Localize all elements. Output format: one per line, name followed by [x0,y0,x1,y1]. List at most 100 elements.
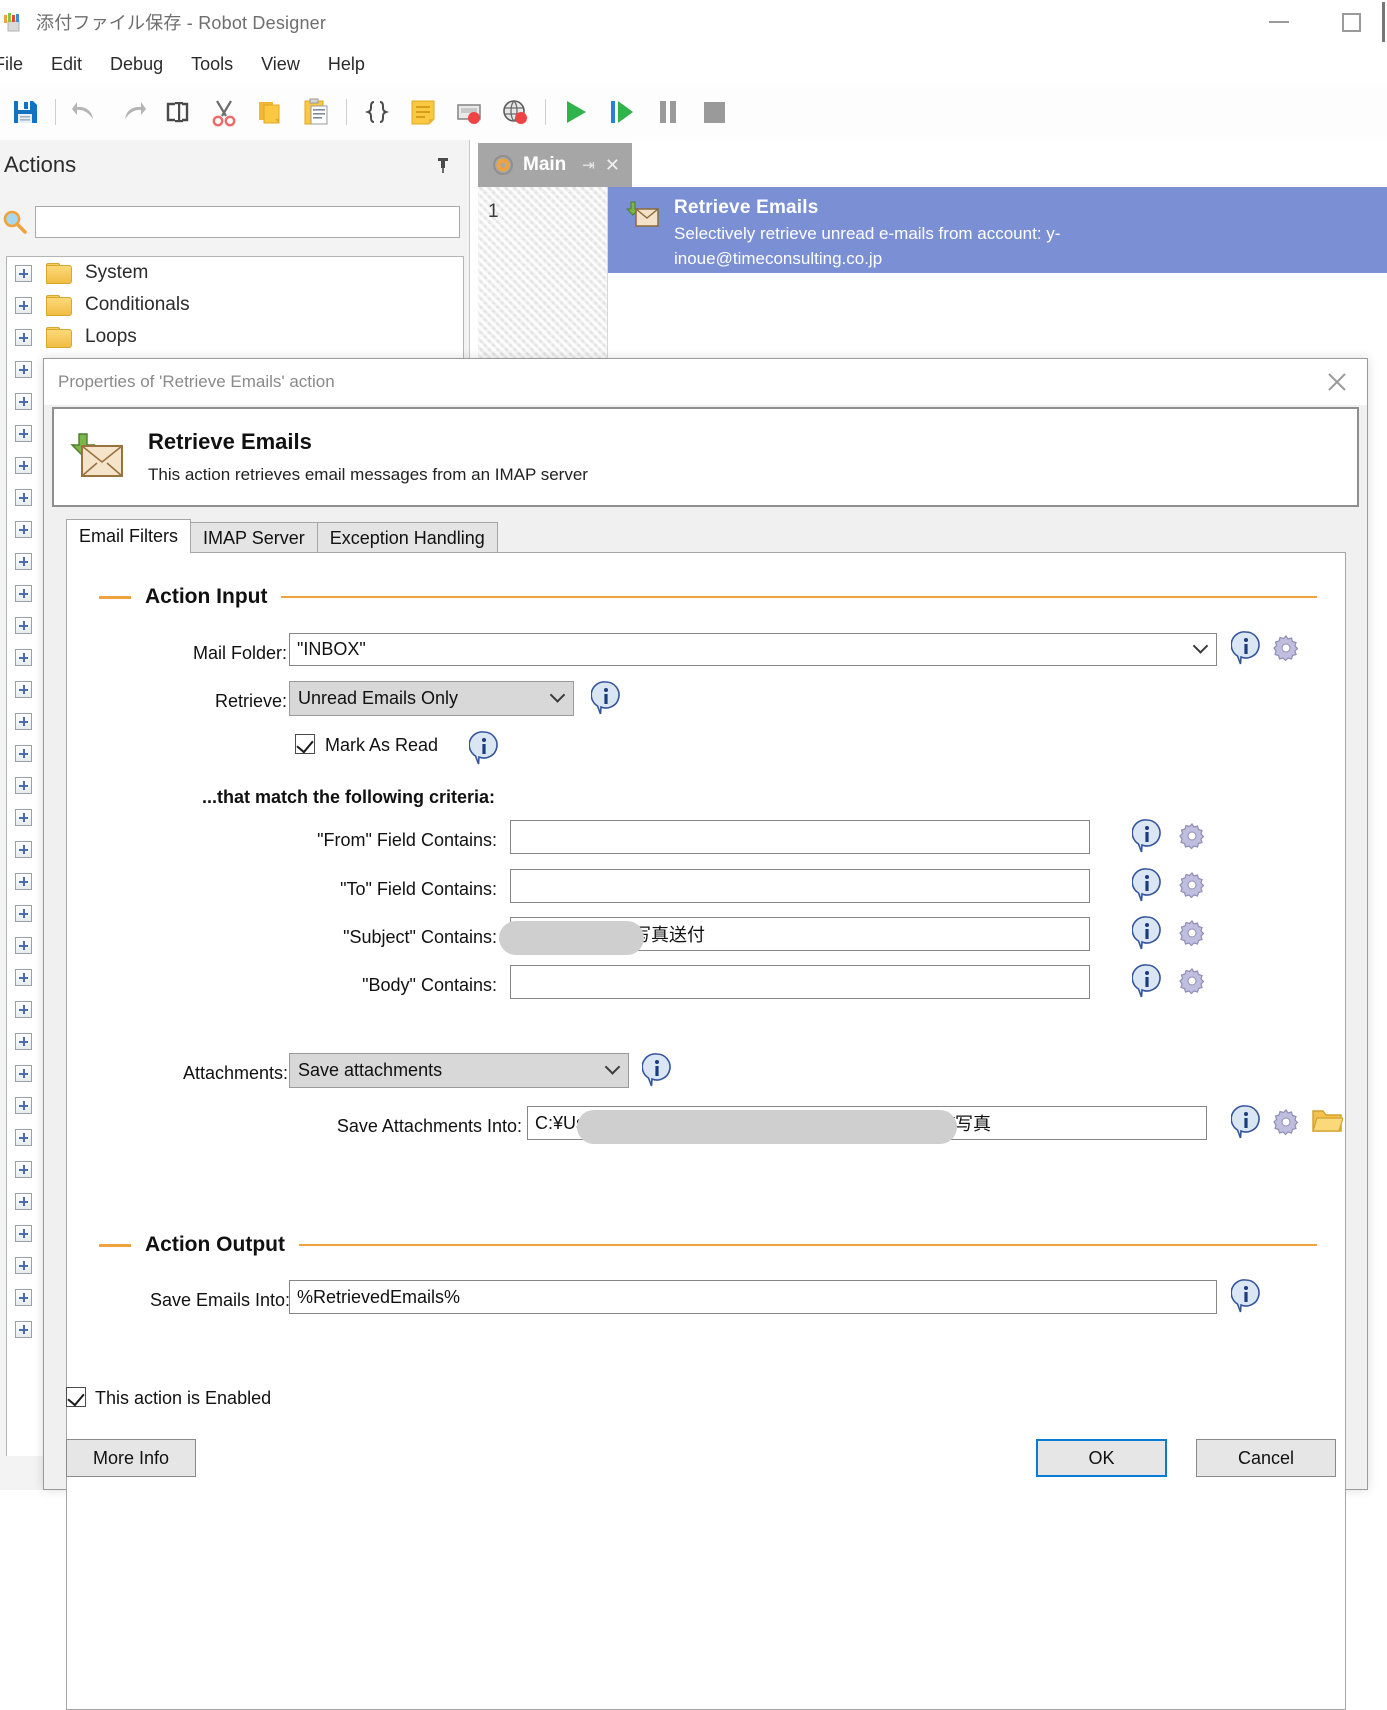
expand-icon[interactable] [15,904,32,922]
expand-icon[interactable] [15,328,32,346]
to-field-info-icon[interactable] [1131,868,1162,906]
mail-folder-info-icon[interactable] [1230,631,1261,669]
save-attachments-info-icon[interactable] [1230,1105,1261,1143]
attachments-info-icon[interactable] [641,1053,672,1091]
actions-tree-row[interactable]: Loops [7,321,463,353]
cut-icon[interactable] [201,89,247,135]
expand-icon[interactable] [15,1256,32,1274]
mail-folder-gear-icon[interactable] [1271,633,1301,667]
mail-folder-combo[interactable]: "INBOX" [289,633,1217,666]
expand-icon[interactable] [15,712,32,730]
tab-pin-icon[interactable]: ⇥ [582,156,595,174]
notes-icon[interactable] [400,89,446,135]
paste-icon[interactable] [293,89,339,135]
web-recorder-icon[interactable] [492,89,538,135]
expand-icon[interactable] [15,520,32,538]
menu-view[interactable]: View [247,51,314,78]
expand-icon[interactable] [15,1192,32,1210]
retrieve-info-icon[interactable] [590,681,621,719]
expand-icon[interactable] [15,264,32,282]
expand-icon[interactable] [15,392,32,410]
expand-icon[interactable] [15,776,32,794]
save-emails-into-info-icon[interactable] [1230,1279,1261,1317]
actions-tree-label: System [85,262,149,283]
retrieve-select[interactable]: Unread Emails Only [289,681,574,716]
expand-icon[interactable] [15,360,32,378]
workflow-step-retrieve-emails[interactable]: Retrieve Emails Selectively retrieve unr… [608,187,1387,273]
menu-file[interactable]: File [0,51,37,78]
save-emails-into-input[interactable]: %RetrievedEmails% [289,1280,1217,1314]
rename-icon[interactable] [155,89,201,135]
mark-as-read-info-icon[interactable] [468,731,499,769]
actions-tree-row[interactable]: System [7,257,463,289]
menu-help[interactable]: Help [314,51,379,78]
expand-icon[interactable] [15,1000,32,1018]
tab-close-icon[interactable]: ✕ [605,155,620,176]
minimize-button[interactable] [1243,0,1315,44]
from-field-gear-icon[interactable] [1177,821,1207,855]
expand-icon[interactable] [15,648,32,666]
attachments-select[interactable]: Save attachments [289,1053,629,1088]
save-attachments-gear-icon[interactable] [1271,1107,1301,1141]
expand-icon[interactable] [15,488,32,506]
expand-icon[interactable] [15,840,32,858]
mark-as-read-checkbox[interactable] [295,734,315,754]
to-field-input[interactable] [510,869,1090,903]
subject-field-gear-icon[interactable] [1177,918,1207,952]
from-field-info-icon[interactable] [1131,819,1162,857]
tab-imap-server[interactable]: IMAP Server [190,522,318,553]
expand-icon[interactable] [15,616,32,634]
expand-icon[interactable] [15,424,32,442]
tab-main[interactable]: Main ⇥ ✕ [478,143,632,187]
expand-icon[interactable] [15,1320,32,1338]
redo-icon[interactable] [109,89,155,135]
subject-field-info-icon[interactable] [1131,916,1162,954]
pause-icon[interactable] [645,89,691,135]
expand-icon[interactable] [15,1032,32,1050]
cancel-button[interactable]: Cancel [1196,1439,1336,1477]
expand-icon[interactable] [15,1288,32,1306]
close-icon[interactable] [1323,368,1351,396]
tab-email-filters[interactable]: Email Filters [66,519,192,553]
ok-button[interactable]: OK [1036,1439,1167,1477]
expand-icon[interactable] [15,584,32,602]
expand-icon[interactable] [15,936,32,954]
expand-icon[interactable] [15,808,32,826]
expand-icon[interactable] [15,744,32,762]
braces-icon[interactable] [354,89,400,135]
menu-debug[interactable]: Debug [96,51,177,78]
expand-icon[interactable] [15,456,32,474]
expand-icon[interactable] [15,552,32,570]
body-field-info-icon[interactable] [1131,964,1162,1002]
expand-icon[interactable] [15,968,32,986]
expand-icon[interactable] [15,680,32,698]
expand-icon[interactable] [15,1096,32,1114]
expand-icon[interactable] [15,1128,32,1146]
menu-tools[interactable]: Tools [177,51,247,78]
to-field-gear-icon[interactable] [1177,870,1207,904]
pin-icon[interactable] [434,156,452,174]
screen-recorder-icon[interactable] [446,89,492,135]
from-field-input[interactable] [510,820,1090,854]
actions-tree-row[interactable]: Conditionals [7,289,463,321]
copy-icon[interactable] [247,89,293,135]
action-enabled-checkbox[interactable] [66,1387,86,1407]
expand-icon[interactable] [15,1224,32,1242]
body-field-gear-icon[interactable] [1177,966,1207,1000]
expand-icon[interactable] [15,1160,32,1178]
save-icon[interactable] [2,89,48,135]
stop-icon[interactable] [691,89,737,135]
more-info-button[interactable]: More Info [66,1439,196,1477]
undo-icon[interactable] [63,89,109,135]
menu-edit[interactable]: Edit [37,51,96,78]
expand-icon[interactable] [15,1064,32,1082]
expand-icon[interactable] [15,296,32,314]
expand-icon[interactable] [15,872,32,890]
tab-exception-handling[interactable]: Exception Handling [316,522,498,553]
browse-folder-icon[interactable] [1311,1107,1344,1139]
body-field-input[interactable] [510,965,1090,999]
search-input[interactable] [35,206,460,238]
maximize-button[interactable] [1315,0,1387,44]
run-icon[interactable] [553,89,599,135]
step-icon[interactable] [599,89,645,135]
